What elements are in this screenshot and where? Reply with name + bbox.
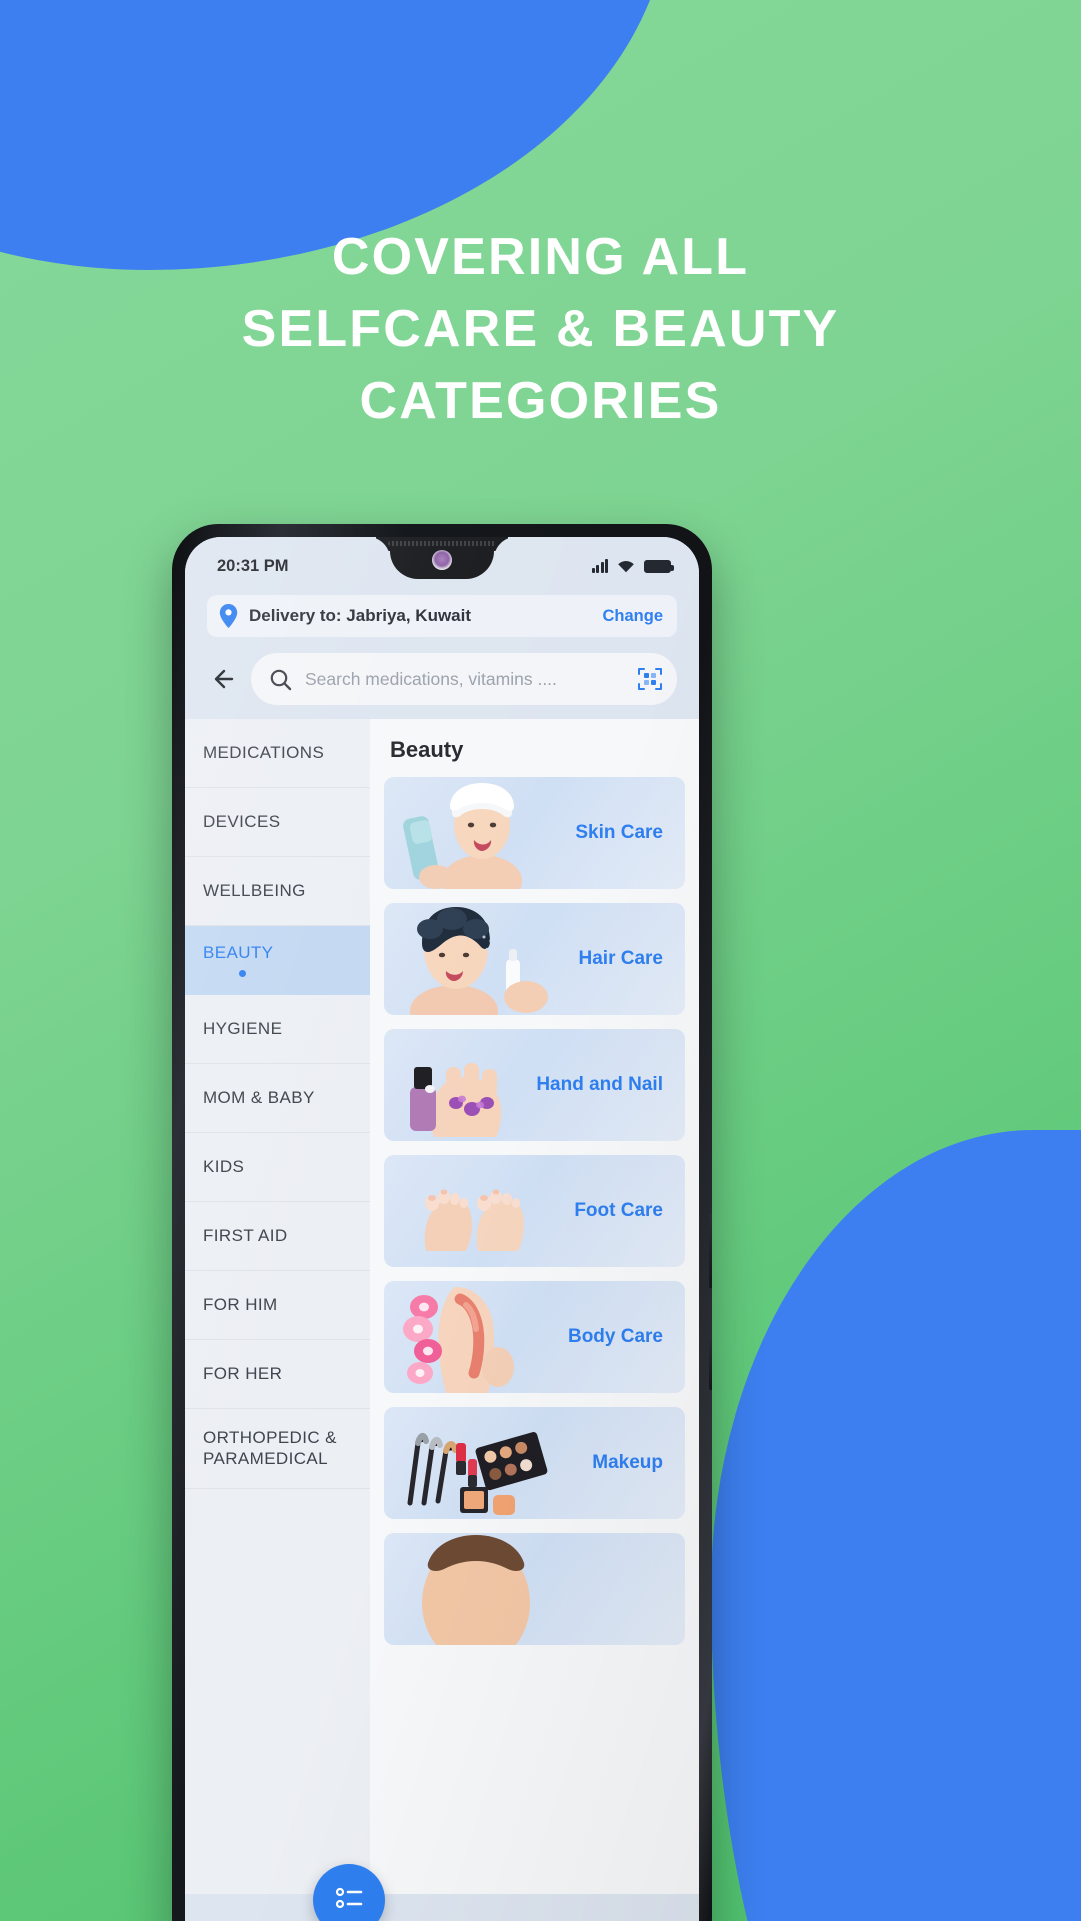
list-menu-icon xyxy=(332,1881,366,1920)
category-sidebar[interactable]: MEDICATIONS DEVICES WELLBEING BEAUTY HYG… xyxy=(185,719,370,1894)
sidebar-item-for-him[interactable]: FOR HIM xyxy=(185,1271,370,1340)
status-time: 20:31 PM xyxy=(217,556,289,575)
page-title: Beauty xyxy=(390,737,464,762)
woman-towel-hair-cleanser-image xyxy=(394,777,559,889)
category-card-makeup[interactable]: Makeup xyxy=(384,1407,685,1519)
change-address-link[interactable]: Change xyxy=(602,607,663,626)
category-card-hair-care[interactable]: Hair Care xyxy=(384,903,685,1015)
sidebar-item-devices[interactable]: DEVICES xyxy=(185,788,370,857)
active-indicator-dot xyxy=(239,970,246,978)
sidebar-item-label: FIRST AID xyxy=(203,1225,288,1245)
sidebar-item-mom-and-baby[interactable]: MOM & BABY xyxy=(185,1064,370,1133)
sidebar-item-label: DEVICES xyxy=(203,811,281,831)
sidebar-item-label: ORTHOPEDIC & xyxy=(203,1428,337,1448)
sidebar-item-label: HYGIENE xyxy=(203,1018,283,1038)
battery-icon xyxy=(644,560,674,573)
search-input[interactable]: Search medications, vitamins .... xyxy=(251,653,677,705)
sidebar-item-orthopedic-paramedical[interactable]: ORTHOPEDIC & PARAMEDICAL xyxy=(185,1409,370,1489)
sidebar-item-kids[interactable]: KIDS xyxy=(185,1133,370,1202)
makeup-brushes-palette-image xyxy=(394,1407,559,1519)
sidebar-item-first-aid[interactable]: FIRST AID xyxy=(185,1202,370,1271)
status-icons xyxy=(591,559,674,573)
sidebar-item-hygiene[interactable]: HYGIENE xyxy=(185,995,370,1064)
category-card-skin-care[interactable]: Skin Care xyxy=(384,777,685,889)
promo-headline: COVERING ALL SELFCARE & BEAUTY CATEGORIE… xyxy=(0,222,1081,437)
app-header: Delivery to: Jabriya, Kuwait Change Sear… xyxy=(185,589,699,719)
bare-feet-image xyxy=(394,1155,559,1267)
front-camera xyxy=(432,550,452,570)
sidebar-item-label-line2: PARAMEDICAL xyxy=(203,1448,329,1468)
sidebar-item-label: MEDICATIONS xyxy=(203,742,325,762)
category-card-label: Skin Care xyxy=(575,822,663,843)
app-body: MEDICATIONS DEVICES WELLBEING BEAUTY HYG… xyxy=(185,719,699,1894)
woman-orchid-flowers-image xyxy=(394,1281,559,1393)
headline-line-3: CATEGORIES xyxy=(359,371,722,430)
phone-mockup: 20:31 PM Delivery to: Jabriya, Kuwait Ch… xyxy=(172,524,712,1921)
location-pin-icon xyxy=(219,604,238,628)
category-card-label: Body Care xyxy=(567,1326,663,1347)
woman-hair-spray-image xyxy=(394,903,559,1015)
sidebar-item-medications[interactable]: MEDICATIONS xyxy=(185,719,370,788)
phone-screen: 20:31 PM Delivery to: Jabriya, Kuwait Ch… xyxy=(185,537,699,1921)
category-content: Beauty Skin Care Hair Care Hand and Nail… xyxy=(370,719,699,1894)
search-icon xyxy=(269,668,292,691)
signal-icon xyxy=(591,559,608,573)
category-card-body-care[interactable]: Body Care xyxy=(384,1281,685,1393)
category-card-hand-and-nail[interactable]: Hand and Nail xyxy=(384,1029,685,1141)
hand-nail-polish-image xyxy=(394,1029,559,1141)
sidebar-item-label: FOR HER xyxy=(203,1363,283,1383)
volume-button[interactable] xyxy=(709,1334,712,1390)
sidebar-item-wellbeing[interactable]: WELLBEING xyxy=(185,857,370,926)
sidebar-item-label: FOR HIM xyxy=(203,1294,278,1314)
category-card-partial[interactable] xyxy=(384,1533,685,1645)
sidebar-item-for-her[interactable]: FOR HER xyxy=(185,1340,370,1409)
sidebar-item-label: KIDS xyxy=(203,1156,245,1176)
category-card-label: Hair Care xyxy=(578,948,664,969)
back-arrow-icon[interactable] xyxy=(207,664,237,694)
category-card-label: Hand and Nail xyxy=(536,1074,663,1095)
earpiece-speaker xyxy=(388,541,496,546)
category-card-label: Foot Care xyxy=(574,1200,663,1221)
man-face-partial-image xyxy=(394,1533,559,1645)
sidebar-item-label: WELLBEING xyxy=(203,880,306,900)
sidebar-item-label: MOM & BABY xyxy=(203,1087,315,1107)
qr-scan-icon[interactable] xyxy=(637,666,663,692)
headline-line-2: SELFCARE & BEAUTY xyxy=(241,299,840,358)
wifi-icon xyxy=(617,559,635,573)
delivery-address-text: Delivery to: Jabriya, Kuwait xyxy=(249,606,472,625)
headline-line-1: COVERING ALL xyxy=(331,228,750,286)
category-card-foot-care[interactable]: Foot Care xyxy=(384,1155,685,1267)
sidebar-item-beauty[interactable]: BEAUTY xyxy=(185,926,370,995)
category-card-label: Makeup xyxy=(592,1452,663,1473)
search-placeholder-text: Search medications, vitamins .... xyxy=(305,668,557,689)
delivery-bar[interactable]: Delivery to: Jabriya, Kuwait Change xyxy=(207,595,677,637)
sidebar-item-label: BEAUTY xyxy=(203,942,274,962)
power-button[interactable] xyxy=(709,1214,712,1288)
search-row: Search medications, vitamins .... xyxy=(207,653,677,705)
